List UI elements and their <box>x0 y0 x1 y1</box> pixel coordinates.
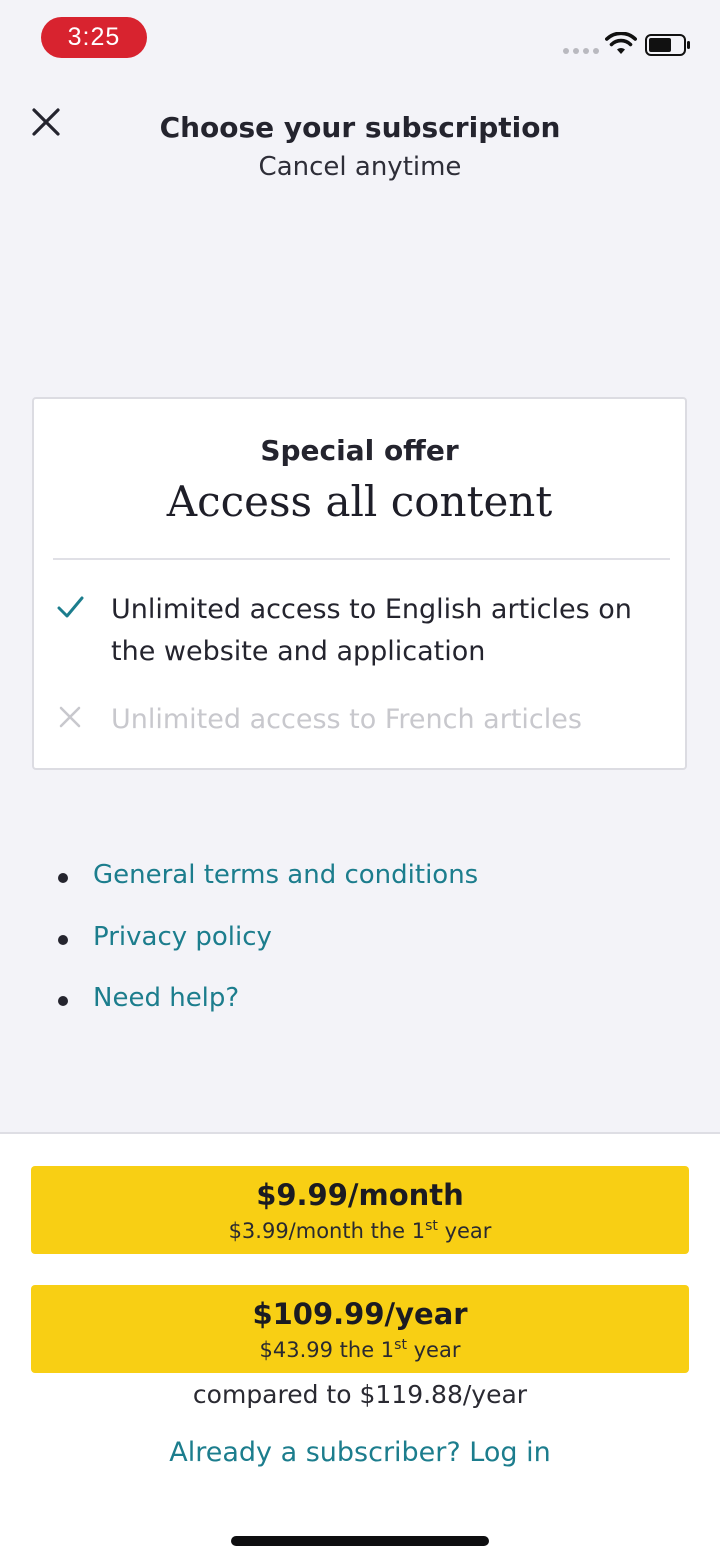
home-indicator[interactable] <box>231 1536 489 1546</box>
yearly-note: $43.99 the 1st year <box>31 1337 689 1362</box>
monthly-note-suffix: year <box>437 1219 492 1243</box>
check-icon <box>57 596 84 618</box>
plans-panel: $9.99/month $3.99/month the 1st year $10… <box>0 1132 720 1560</box>
signal-icon <box>563 48 599 54</box>
battery-icon <box>645 34 690 56</box>
offer-card: Special offer Access all content Unlimit… <box>32 397 687 770</box>
bullet <box>58 996 68 1006</box>
yearly-note-suffix: year <box>406 1338 461 1362</box>
bullet <box>58 935 68 945</box>
link-label[interactable]: Privacy policy <box>93 922 272 952</box>
monthly-plan-button[interactable]: $9.99/month $3.99/month the 1st year <box>31 1166 689 1254</box>
wifi-icon <box>605 32 637 54</box>
yearly-plan-button[interactable]: $109.99/year $43.99 the 1st year <box>31 1285 689 1373</box>
yearly-note-prefix: $43.99 the 1 <box>259 1338 395 1362</box>
monthly-note-sup: st <box>425 1218 438 1234</box>
page-title: Choose your subscription <box>159 111 561 144</box>
monthly-note: $3.99/month the 1st year <box>31 1218 689 1243</box>
offer-divider <box>53 558 670 560</box>
offer-eyebrow: Special offer <box>260 434 459 467</box>
cross-icon <box>59 706 81 728</box>
monthly-price: $9.99/month <box>256 1178 464 1212</box>
bullet <box>58 873 68 883</box>
offer-title: Access all content <box>166 477 553 526</box>
monthly-note-prefix: $3.99/month the 1 <box>228 1219 426 1243</box>
link-label[interactable]: General terms and conditions <box>93 860 478 890</box>
compare-price-text: compared to $119.88/year <box>192 1380 528 1409</box>
feature-text: Unlimited access to French articles <box>111 704 582 735</box>
link-label[interactable]: Need help? <box>93 983 239 1013</box>
page-subtitle: Cancel anytime <box>258 152 462 182</box>
yearly-note-sup: st <box>394 1337 407 1353</box>
status-bar: 3:25 <box>0 0 720 80</box>
status-time: 3:25 <box>41 17 147 58</box>
yearly-price: $109.99/year <box>252 1297 468 1331</box>
login-link[interactable]: Already a subscriber? Log in <box>0 1437 720 1468</box>
feature-text: Unlimited access to English articles on … <box>111 594 632 667</box>
